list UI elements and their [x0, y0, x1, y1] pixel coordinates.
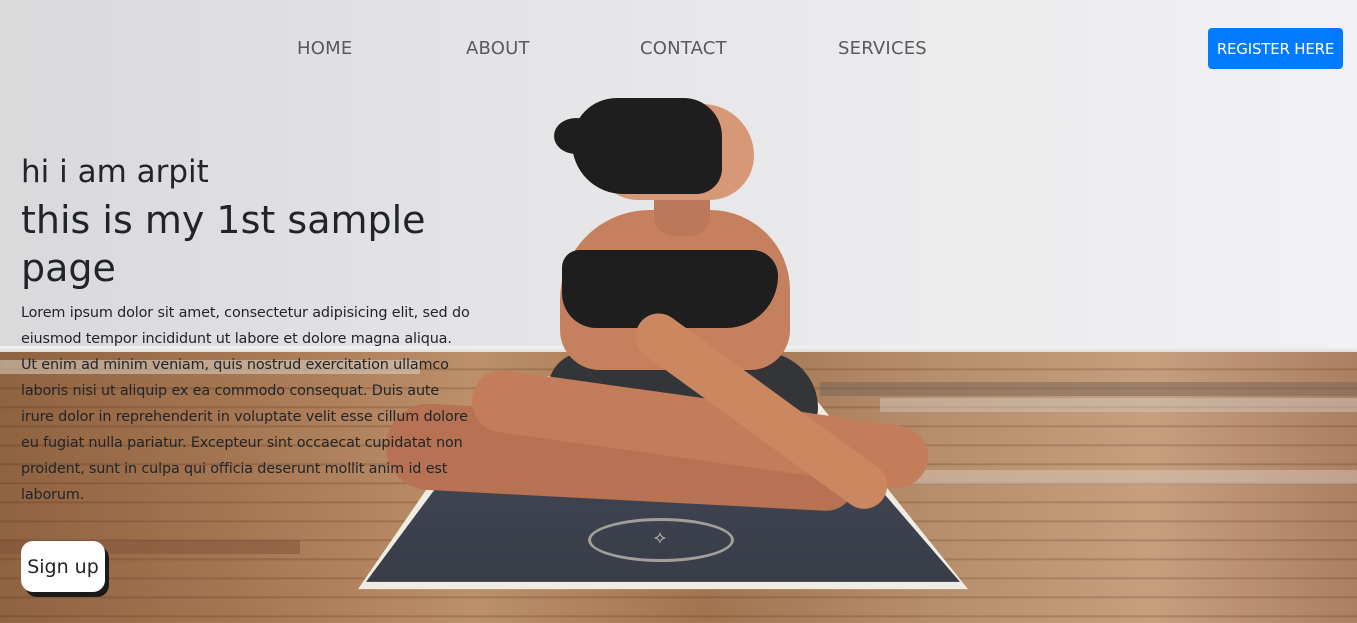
signup-button[interactable]: Sign up [21, 541, 105, 592]
nav-link-home[interactable]: HOME [297, 38, 352, 59]
hero-greeting: hi i am arpit [21, 154, 209, 190]
hero-content: hi i am arpit this is my 1st sample page… [21, 150, 471, 508]
nav-link-contact[interactable]: CONTACT [640, 38, 727, 59]
hero-description: Lorem ipsum dolor sit amet, consectetur … [21, 305, 470, 503]
register-button[interactable]: REGISTER HERE [1208, 28, 1343, 69]
nav-link-about[interactable]: ABOUT [466, 38, 530, 59]
hero-title: this is my 1st sample page [21, 198, 426, 290]
nav-link-services[interactable]: SERVICES [838, 38, 927, 59]
top-navigation: HOME ABOUT CONTACT SERVICES REGISTER HER… [0, 0, 1357, 100]
